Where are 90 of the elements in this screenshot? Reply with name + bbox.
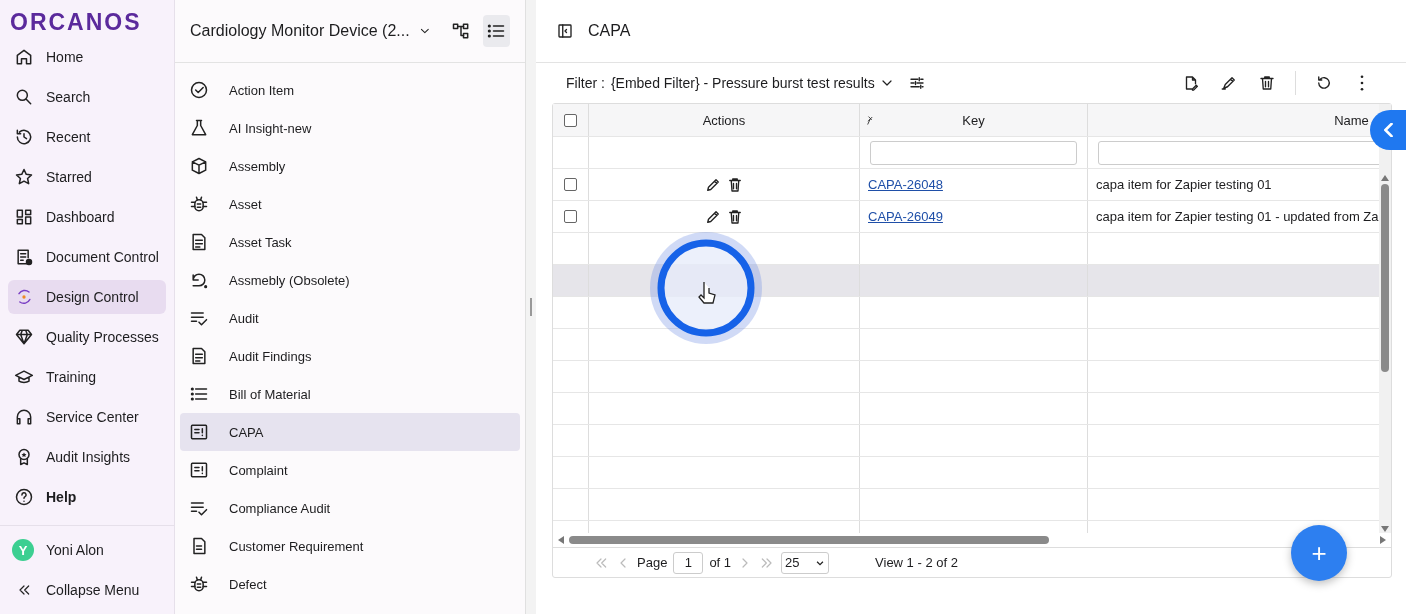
sliders-icon bbox=[907, 74, 926, 92]
entity-item[interactable]: CAPA bbox=[180, 413, 520, 451]
document-icon bbox=[189, 232, 209, 252]
pen-icon bbox=[1220, 74, 1238, 92]
nav-item[interactable]: Training bbox=[8, 360, 166, 394]
trash-icon bbox=[1258, 74, 1276, 92]
entity-item[interactable]: Customer Requirement bbox=[180, 527, 520, 565]
resize-handle[interactable] bbox=[530, 298, 532, 316]
check-circle-icon bbox=[189, 80, 209, 100]
entity-item[interactable]: Audit Findings bbox=[180, 337, 520, 375]
nav-item[interactable]: Search bbox=[8, 80, 166, 114]
table-cell-text: capa item for Zapier testing 01 bbox=[1095, 177, 1272, 192]
row-checkbox[interactable] bbox=[564, 178, 577, 191]
nav-item[interactable]: Starred bbox=[8, 160, 166, 194]
entity-item[interactable]: Assembly bbox=[180, 147, 520, 185]
horizontal-scrollbar[interactable] bbox=[569, 536, 1049, 544]
logo: ORCANOS bbox=[9, 8, 143, 37]
click-ring-icon bbox=[648, 230, 764, 346]
nav-item[interactable]: Dashboard bbox=[8, 200, 166, 234]
nav-item[interactable]: Service Center bbox=[8, 400, 166, 434]
entity-item[interactable]: Assmebly (Obsolete) bbox=[180, 261, 520, 299]
entity-item[interactable]: Defect bbox=[180, 565, 520, 603]
scroll-right-icon[interactable] bbox=[1379, 535, 1387, 545]
view-range: View 1 - 2 of 2 bbox=[875, 555, 958, 570]
key-filter-field[interactable] bbox=[870, 140, 1077, 165]
scroll-up-icon[interactable] bbox=[1380, 174, 1390, 182]
nav-item[interactable]: Quality Processes bbox=[8, 320, 166, 354]
page-title: CAPA bbox=[588, 22, 631, 40]
more-icon bbox=[1360, 75, 1364, 91]
project-title[interactable]: Cardiology Monitor Device (2... bbox=[190, 22, 410, 40]
user-name: Yoni Alon bbox=[46, 542, 104, 558]
column-header[interactable]: Name bbox=[1334, 112, 1369, 128]
entity-item[interactable]: AI Insight-new bbox=[180, 109, 520, 147]
page-label: Page bbox=[637, 555, 668, 570]
sidebar-toggle-icon bbox=[556, 22, 574, 40]
dashboard-icon bbox=[14, 207, 34, 227]
column-header[interactable]: Actions bbox=[702, 112, 746, 128]
diamond-icon bbox=[14, 327, 34, 347]
trash-icon bbox=[726, 175, 744, 194]
nav-item[interactable]: Home bbox=[8, 40, 166, 74]
list-icon bbox=[486, 21, 507, 41]
cube-icon bbox=[189, 156, 209, 176]
table-cell-text: capa item for Zapier testing 01 - updated from Za bbox=[1095, 209, 1379, 224]
list-icon bbox=[189, 384, 209, 404]
vertical-scrollbar[interactable] bbox=[1381, 184, 1389, 372]
nav-item[interactable]: Design Control bbox=[8, 280, 166, 314]
key-link[interactable]: CAPA-26049 bbox=[860, 209, 943, 224]
hierarchy-icon bbox=[451, 21, 471, 41]
key-link[interactable]: CAPA-26048 bbox=[860, 177, 943, 192]
document-check-icon bbox=[14, 247, 34, 267]
page-count: of 1 bbox=[709, 555, 732, 570]
entity-item[interactable]: Audit bbox=[180, 299, 520, 337]
bug-icon bbox=[189, 194, 209, 214]
filter-dropdown[interactable]: {Embed Filter} - Pressure burst test results bbox=[610, 75, 895, 91]
document-icon bbox=[189, 346, 209, 366]
entity-item[interactable]: Asset bbox=[180, 185, 520, 223]
undo-icon bbox=[1315, 74, 1333, 92]
entity-item[interactable]: Compliance Audit bbox=[180, 489, 520, 527]
bug-icon bbox=[189, 574, 209, 594]
entity-item[interactable]: Bill of Material bbox=[180, 375, 520, 413]
search-icon bbox=[14, 87, 34, 107]
history-icon bbox=[14, 127, 34, 147]
alert-box-icon bbox=[189, 422, 209, 442]
home-icon bbox=[14, 47, 34, 67]
list-view-button[interactable] bbox=[482, 15, 510, 47]
nav-item[interactable]: Help bbox=[8, 480, 166, 514]
nav-item[interactable]: Audit Insights bbox=[8, 440, 166, 474]
expand-panel-button[interactable] bbox=[1370, 110, 1406, 150]
scroll-left-icon[interactable] bbox=[557, 535, 565, 545]
page-size-select[interactable]: 25 bbox=[781, 551, 830, 574]
add-button[interactable]: + bbox=[1291, 525, 1347, 581]
chevron-left-icon bbox=[1383, 123, 1393, 137]
entity-item[interactable]: Action Item bbox=[180, 71, 520, 109]
column-header[interactable]: Key bbox=[962, 112, 985, 128]
entity-item[interactable]: Complaint bbox=[180, 451, 520, 489]
select-all-checkbox[interactable] bbox=[564, 113, 577, 127]
page-input[interactable]: 1 bbox=[673, 551, 704, 574]
nav-item[interactable]: Document Control bbox=[8, 240, 166, 274]
star-icon bbox=[14, 167, 34, 187]
scroll-down-icon[interactable] bbox=[1380, 525, 1390, 533]
row-checkbox[interactable] bbox=[564, 210, 577, 223]
help-icon bbox=[14, 487, 34, 507]
filter-label: Filter : bbox=[566, 75, 605, 91]
flask-icon bbox=[189, 118, 209, 138]
trash-icon bbox=[726, 207, 744, 226]
entity-item[interactable]: Asset Task bbox=[180, 223, 520, 261]
alert-box-icon bbox=[189, 460, 209, 480]
nav-item[interactable]: Recent bbox=[8, 120, 166, 154]
headset-icon bbox=[14, 407, 34, 427]
collapse-menu-button[interactable]: Collapse Menu bbox=[8, 570, 166, 610]
